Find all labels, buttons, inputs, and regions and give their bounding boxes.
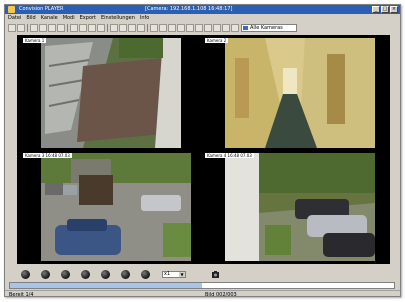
video-grid: Kamera 1 Kamera 2 Kamera 3 16:48 07.03 K… — [17, 35, 390, 264]
app-icon — [8, 6, 15, 13]
menu-datei[interactable]: Datei — [8, 14, 21, 22]
camera-pane-3[interactable]: Kamera 3 16:48 07.03 — [23, 153, 201, 261]
layout-5-icon[interactable] — [186, 24, 194, 32]
export-icon[interactable] — [57, 24, 65, 32]
layout-6-icon[interactable] — [195, 24, 203, 32]
speed-select[interactable]: x1 ▼ — [162, 271, 186, 278]
status-bar: Bereit 1/4 Bild 002/003 — [5, 290, 400, 299]
close-button[interactable]: × — [390, 6, 398, 13]
snapshot-icon[interactable] — [212, 271, 219, 278]
step-forward-button[interactable] — [121, 270, 130, 279]
save-icon[interactable] — [17, 24, 25, 32]
camera-2-image — [225, 38, 375, 148]
title-bar[interactable]: Convision PLAYER [Camera: 192.168.1.108 … — [5, 5, 400, 14]
status-left: Bereit 1/4 — [9, 292, 34, 298]
camera-2-label: Kamera 2 — [205, 38, 229, 43]
camera-select[interactable]: Alle Kameras — [241, 24, 297, 32]
camera-select-value: Alle Kameras — [250, 25, 283, 31]
rewind-button[interactable] — [41, 270, 50, 279]
camera-select-icon — [243, 26, 248, 30]
camera-3-label: Kamera 3 16:48 07.03 — [23, 153, 72, 158]
menu-export[interactable]: Export — [80, 14, 96, 22]
player-window: Convision PLAYER [Camera: 192.168.1.108 … — [4, 4, 401, 299]
chevron-down-icon: ▼ — [179, 272, 185, 277]
zoom-out-icon[interactable] — [119, 24, 127, 32]
toolbar-separator — [147, 24, 148, 32]
view-single-icon[interactable] — [70, 24, 78, 32]
menu-einstellungen[interactable]: Einstellungen — [101, 14, 135, 22]
layout-7-icon[interactable] — [204, 24, 212, 32]
camera-3-image — [41, 153, 191, 261]
menu-info[interactable]: Info — [140, 14, 149, 22]
step-back-button[interactable] — [61, 270, 70, 279]
camera-1-label: Kamera 1 — [23, 38, 47, 43]
toolbar — [5, 23, 400, 33]
play-button[interactable] — [81, 270, 90, 279]
layout-10-icon[interactable] — [231, 24, 239, 32]
toolbar-separator — [27, 24, 28, 32]
timeline-progress — [10, 283, 202, 288]
zoom-in-icon[interactable] — [110, 24, 118, 32]
search-icon[interactable] — [48, 24, 56, 32]
toolbar-separator — [67, 24, 68, 32]
layout-1-icon[interactable] — [150, 24, 158, 32]
status-right: Bild 002/003 — [205, 292, 237, 298]
open-icon[interactable] — [8, 24, 16, 32]
first-frame-button[interactable] — [21, 270, 30, 279]
menu-modi[interactable]: Modi — [63, 14, 75, 22]
timeline-slider[interactable] — [9, 282, 395, 289]
camera-pane-2[interactable]: Kamera 2 — [205, 38, 385, 148]
maximize-button[interactable]: □ — [381, 6, 389, 13]
window-title: Convision PLAYER — [19, 6, 64, 12]
menu-bild[interactable]: Bild — [26, 14, 35, 22]
camera-4-label: Kamera 4 16:48 07.03 — [205, 153, 254, 158]
camera-1-image — [41, 38, 181, 148]
camera-4-image — [225, 153, 375, 261]
camera-pane-4[interactable]: Kamera 4 16:48 07.03 — [205, 153, 385, 261]
brightness-icon[interactable] — [128, 24, 136, 32]
camera-pane-1[interactable]: Kamera 1 — [23, 38, 201, 148]
print-icon[interactable] — [30, 24, 38, 32]
menu-bar: Datei Bild Kanale Modi Export Einstellun… — [5, 14, 400, 22]
layout-8-icon[interactable] — [213, 24, 221, 32]
minimize-button[interactable]: _ — [372, 6, 380, 13]
layout-4-icon[interactable] — [177, 24, 185, 32]
view-sixteen-icon[interactable] — [97, 24, 105, 32]
speed-value: x1 — [164, 271, 171, 277]
layout-3-icon[interactable] — [168, 24, 176, 32]
layout-2-icon[interactable] — [159, 24, 167, 32]
layout-9-icon[interactable] — [222, 24, 230, 32]
playback-controls: x1 ▼ — [17, 269, 390, 281]
camera-icon[interactable] — [39, 24, 47, 32]
contrast-icon[interactable] — [137, 24, 145, 32]
pause-button[interactable] — [101, 270, 110, 279]
fast-forward-button[interactable] — [141, 270, 150, 279]
toolbar-separator — [107, 24, 108, 32]
window-title-extra: [Camera: 192.168.1.108 16:48:17] — [145, 6, 233, 12]
view-nine-icon[interactable] — [88, 24, 96, 32]
menu-kanale[interactable]: Kanale — [41, 14, 58, 22]
view-quad-icon[interactable] — [79, 24, 87, 32]
